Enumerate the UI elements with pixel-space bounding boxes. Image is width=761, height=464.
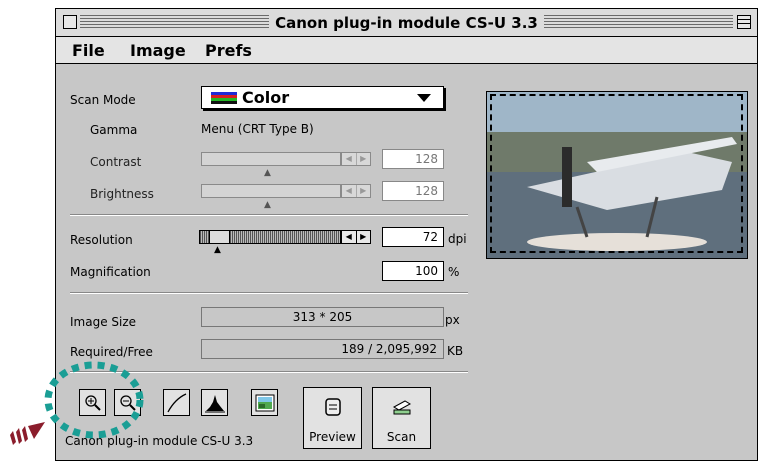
contrast-field[interactable]: 128 (382, 149, 444, 169)
magnification-unit: % (448, 265, 460, 279)
menu-prefs[interactable]: Prefs (205, 41, 252, 60)
gamma-value[interactable]: Menu (CRT Type B) (201, 122, 314, 136)
color-balance-icon (255, 394, 274, 411)
zoom-box-icon[interactable] (737, 15, 751, 29)
gamma-label: Gamma (90, 123, 138, 137)
brightness-arrows[interactable]: ◀ ▶ (341, 184, 371, 198)
crop-marquee[interactable] (490, 94, 743, 253)
brightness-thumb[interactable]: ▲ (264, 200, 271, 210)
menu-image[interactable]: Image (130, 41, 186, 60)
color-balance-button[interactable] (251, 389, 278, 416)
image-size-value: 313 * 205 (201, 307, 444, 327)
divider (70, 292, 468, 294)
plugin-window: Canon plug-in module CS-U 3.3 File Image… (55, 8, 758, 461)
scan-mode-select[interactable]: Color (201, 86, 444, 109)
resolution-arrows[interactable]: ◀ ▶ (341, 230, 371, 244)
magnification-field[interactable]: 100 (382, 261, 444, 281)
resolution-thumb[interactable]: ▲ (214, 245, 221, 255)
tone-curve-icon (166, 392, 186, 412)
resolution-field[interactable]: 72 (382, 227, 444, 247)
brightness-slider[interactable] (201, 184, 341, 198)
color-bars-icon (211, 92, 237, 104)
triangle-down-icon (417, 94, 431, 102)
contrast-label: Contrast (90, 155, 142, 169)
resolution-unit: dpi (448, 232, 467, 246)
histogram-icon (204, 394, 225, 412)
contrast-slider[interactable] (201, 152, 341, 166)
scan-label: Scan (386, 430, 417, 444)
contrast-thumb[interactable]: ▲ (264, 168, 271, 178)
tone-curve-button[interactable] (163, 389, 190, 416)
histogram-button[interactable] (201, 389, 228, 416)
scan-button[interactable]: Scan (372, 387, 431, 449)
divider (70, 214, 468, 216)
resolution-label: Resolution (70, 233, 133, 247)
image-size-unit: px (445, 313, 460, 327)
scan-icon (373, 396, 430, 423)
required-free-label: Required/Free (70, 345, 153, 359)
scan-mode-label: Scan Mode (70, 93, 136, 107)
image-size-label: Image Size (70, 315, 137, 329)
preview-image[interactable] (486, 91, 748, 259)
preview-button[interactable]: Preview (303, 387, 362, 449)
brightness-field[interactable]: 128 (382, 181, 444, 201)
preview-icon (304, 396, 361, 423)
resolution-slider[interactable] (199, 230, 341, 244)
menu-bar: File Image Prefs (56, 37, 757, 64)
preview-label: Preview (309, 430, 356, 444)
menu-file[interactable]: File (72, 41, 105, 60)
required-free-value: 189 / 2,095,992 (201, 339, 444, 359)
highlight-circle (44, 361, 144, 439)
magnification-label: Magnification (70, 265, 151, 279)
brightness-label: Brightness (90, 187, 154, 201)
window-title: Canon plug-in module CS-U 3.3 (269, 14, 544, 32)
scan-mode-value: Color (242, 88, 290, 107)
title-bar[interactable]: Canon plug-in module CS-U 3.3 (56, 9, 757, 37)
required-free-unit: KB (447, 344, 464, 358)
contrast-arrows[interactable]: ◀ ▶ (341, 152, 371, 166)
